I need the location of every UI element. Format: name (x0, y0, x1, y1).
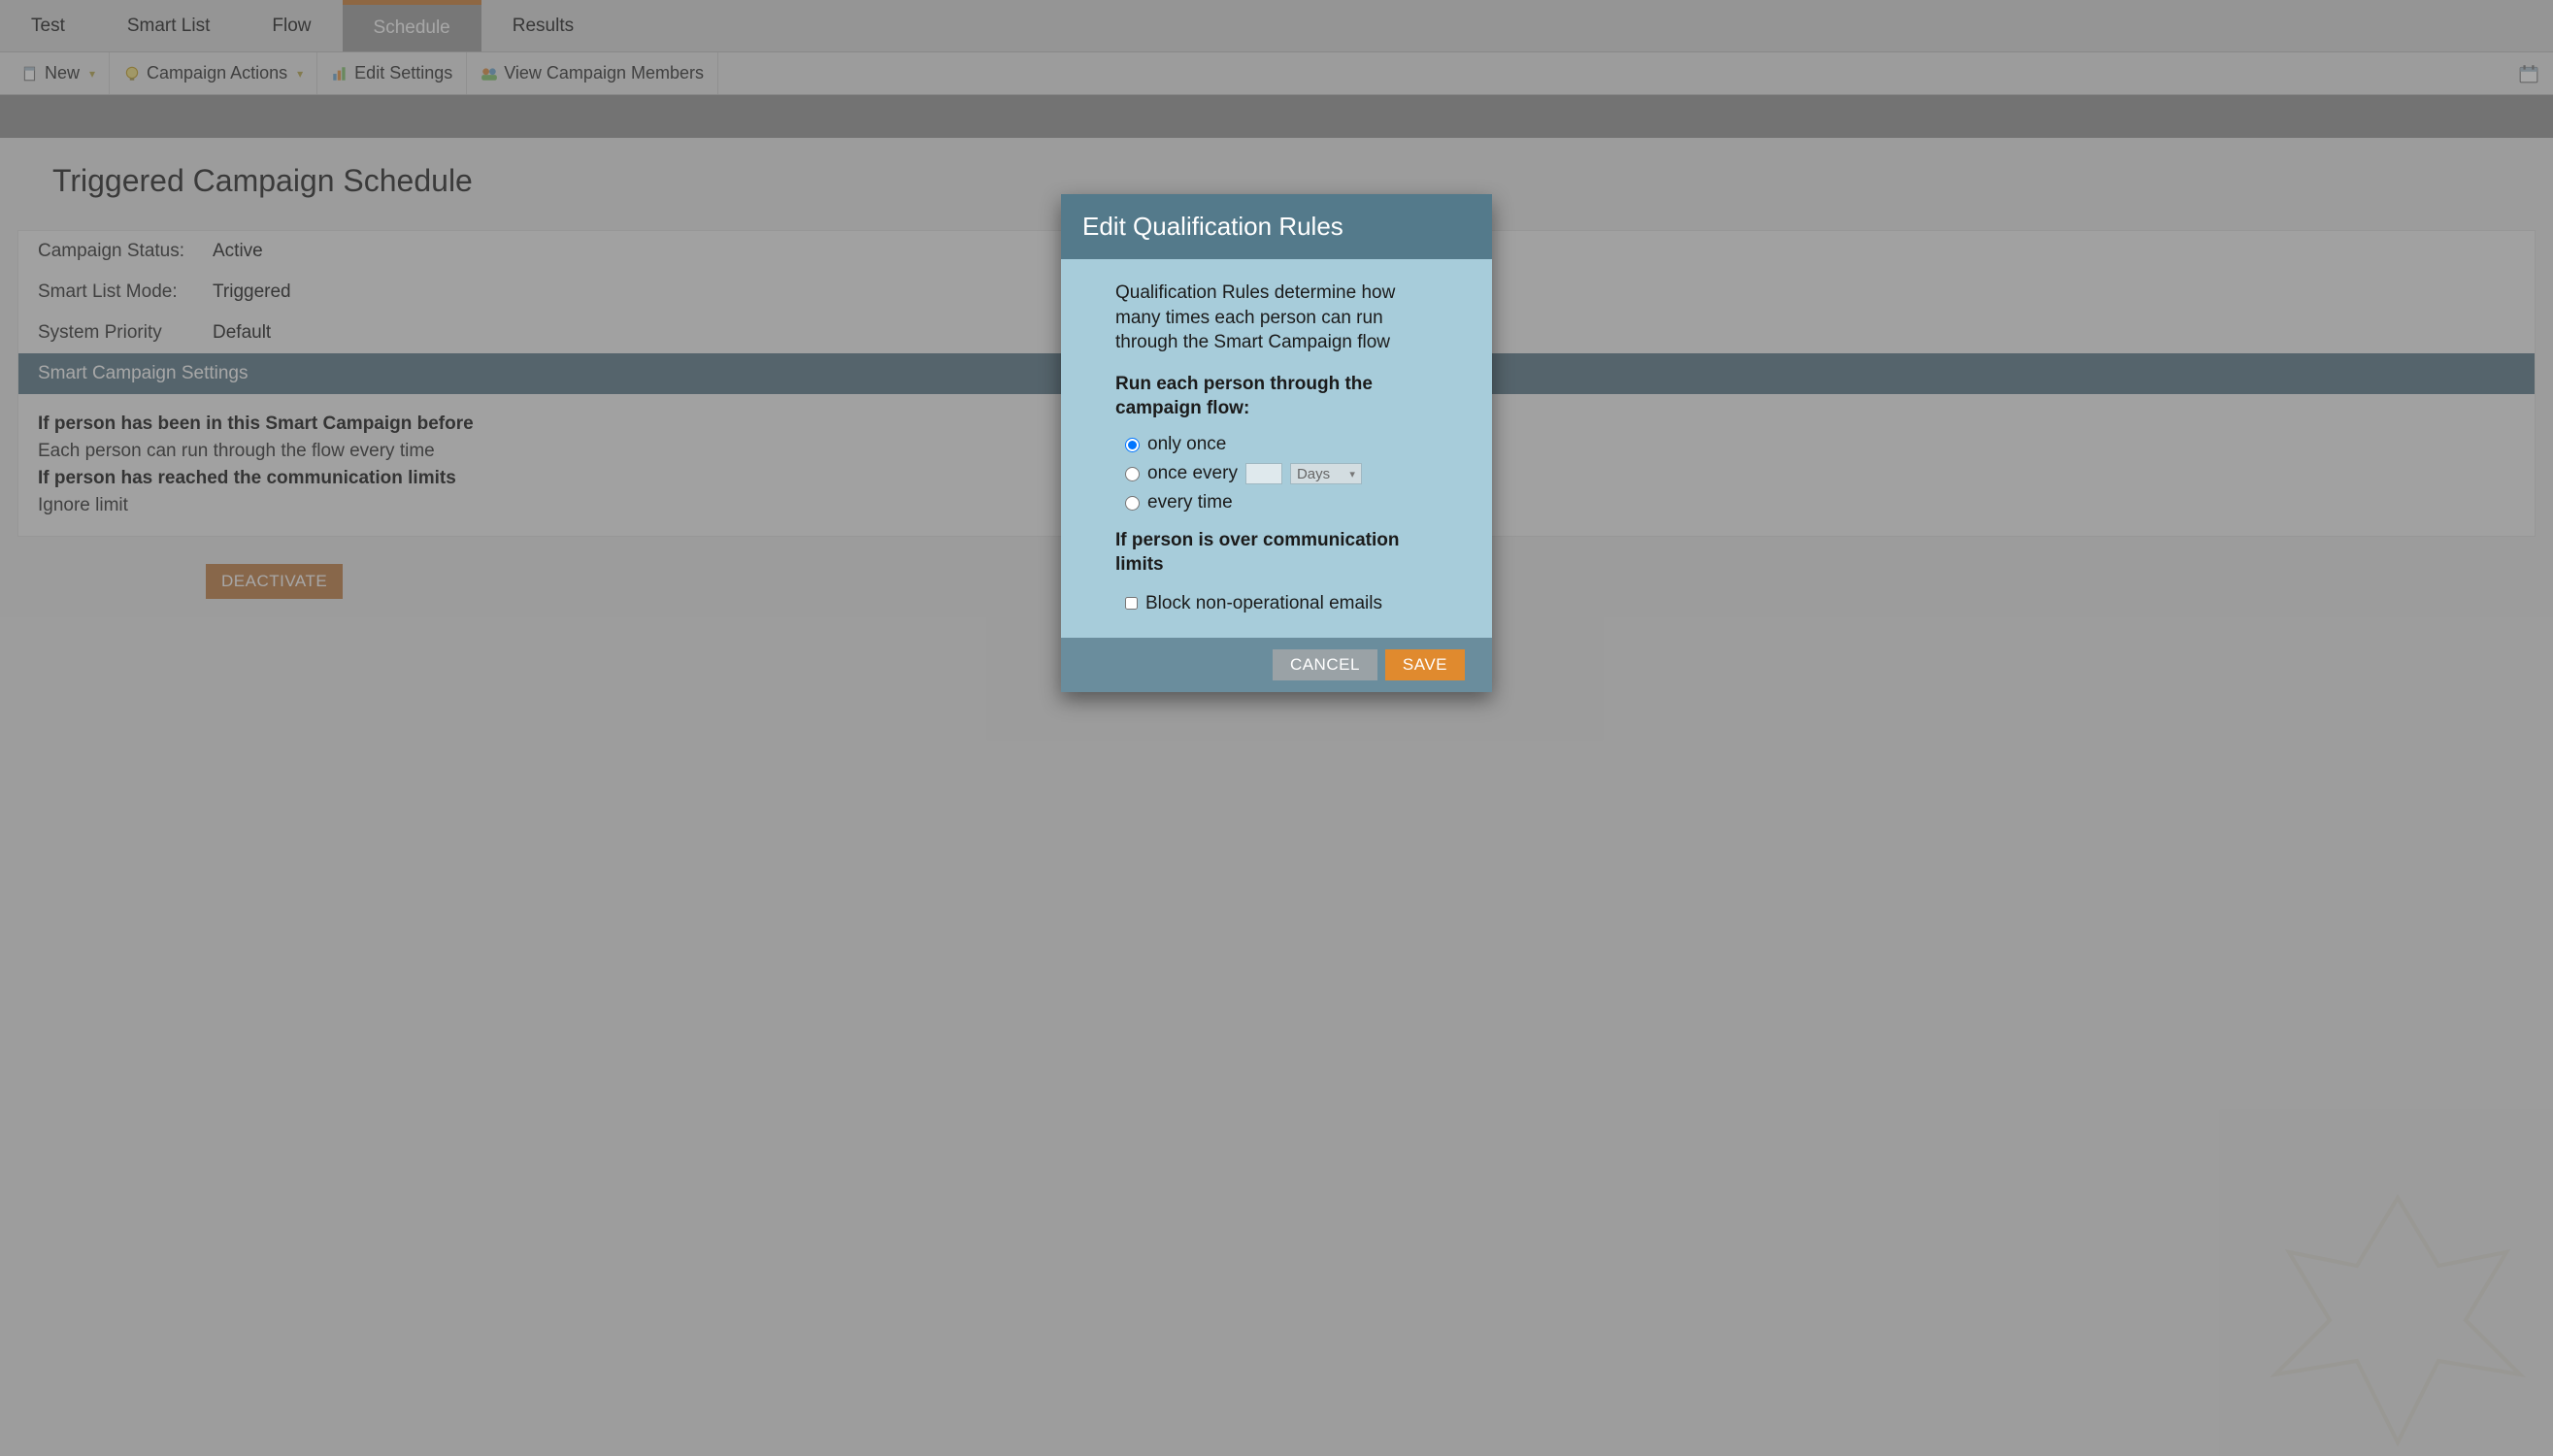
radio-every-time[interactable] (1125, 496, 1140, 511)
comm-limits-heading: If person is over communication limits (1115, 529, 1426, 577)
modal-title: Edit Qualification Rules (1061, 194, 1492, 259)
radio-once-every[interactable] (1125, 467, 1140, 481)
cancel-button[interactable]: CANCEL (1273, 649, 1377, 680)
chevron-down-icon: ▾ (1349, 468, 1355, 480)
option-once-every[interactable]: once every Days ▾ (1115, 459, 1463, 488)
radio-once-every-label: once every (1147, 463, 1238, 484)
block-non-operational-label: Block non-operational emails (1145, 593, 1382, 614)
block-non-operational-row[interactable]: Block non-operational emails (1115, 587, 1463, 616)
modal-intro-text: Qualification Rules determine how many t… (1115, 281, 1445, 355)
edit-qualification-rules-modal: Edit Qualification Rules Qualification R… (1061, 194, 1492, 692)
once-every-unit-select[interactable]: Days ▾ (1290, 463, 1362, 484)
save-button[interactable]: SAVE (1385, 649, 1465, 680)
option-every-time[interactable]: every time (1115, 488, 1463, 517)
once-every-unit-label: Days (1297, 466, 1330, 482)
radio-every-time-label: every time (1147, 492, 1233, 513)
radio-only-once-label: only once (1147, 434, 1226, 455)
modal-overlay: Edit Qualification Rules Qualification R… (0, 0, 2553, 1456)
modal-footer: CANCEL SAVE (1061, 638, 1492, 692)
run-each-person-heading: Run each person through the campaign flo… (1115, 373, 1426, 420)
block-non-operational-checkbox[interactable] (1125, 597, 1138, 610)
option-only-once[interactable]: only once (1115, 430, 1463, 459)
radio-only-once[interactable] (1125, 438, 1140, 452)
once-every-value-input[interactable] (1245, 463, 1282, 484)
